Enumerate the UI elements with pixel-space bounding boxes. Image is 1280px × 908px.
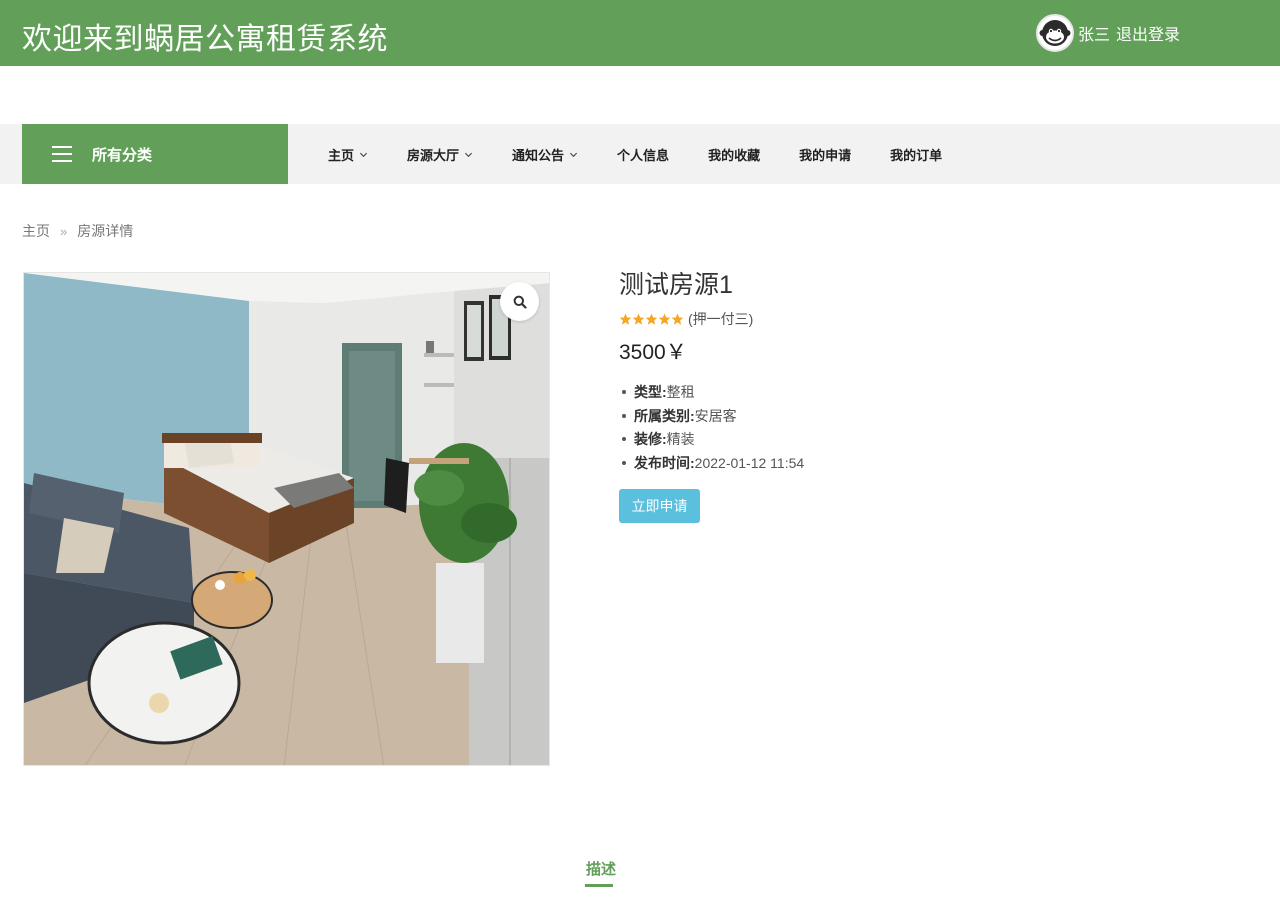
attribute-key: 类型: bbox=[634, 383, 667, 400]
attribute-item: 类型: 整租 bbox=[619, 380, 804, 404]
attribute-list: 类型: 整租 所属类别: 安居客 装修: 精装 发布时间: 2022-01-12 11:… bbox=[619, 380, 804, 475]
zoom-button[interactable] bbox=[500, 282, 539, 321]
attribute-value: 精装 bbox=[666, 431, 695, 448]
product-image[interactable] bbox=[23, 272, 550, 766]
nav-item-label: 通知公告 bbox=[512, 147, 565, 163]
star-icon bbox=[645, 313, 658, 325]
logout-link[interactable]: 退出登录 bbox=[1116, 21, 1180, 45]
nav-item-orders[interactable]: 我的订单 bbox=[890, 145, 942, 164]
breadcrumb: 主页 » 房源详情 bbox=[22, 221, 133, 241]
nav-item-label: 我的订单 bbox=[890, 147, 943, 163]
nav-item-profile[interactable]: 个人信息 bbox=[617, 145, 669, 164]
payment-terms: (押一付三) bbox=[688, 311, 754, 327]
attribute-value: 2022-01-12 11:54 bbox=[694, 454, 805, 471]
chevron-down-icon bbox=[359, 152, 368, 157]
nav-item-label: 主页 bbox=[328, 147, 355, 163]
star-icon bbox=[619, 313, 632, 325]
tab-active-indicator bbox=[585, 884, 613, 887]
nav-item-label: 我的申请 bbox=[799, 147, 852, 163]
nav-item-label: 我的收藏 bbox=[708, 147, 761, 163]
nav-menu: 主页 房源大厅 通知公告 个人信息 我的收藏 我的申请 我的订单 bbox=[328, 124, 981, 184]
star-icon bbox=[671, 313, 684, 325]
nav-item-label: 房源大厅 bbox=[407, 147, 460, 163]
main-nav: 所有分类 主页 房源大厅 通知公告 个人信息 我的收藏 我的申请 我的订单 bbox=[0, 124, 1280, 184]
nav-item-home[interactable]: 主页 bbox=[328, 145, 368, 164]
attribute-item: 装修: 精装 bbox=[619, 427, 804, 451]
nav-item-notices[interactable]: 通知公告 bbox=[512, 145, 578, 164]
attribute-value: 整租 bbox=[666, 383, 695, 400]
attribute-key: 装修: bbox=[634, 431, 667, 448]
top-header: 欢迎来到蜗居公寓租赁系统 张三 退出登录 bbox=[0, 0, 1280, 66]
nav-item-listings[interactable]: 房源大厅 bbox=[407, 145, 473, 164]
star-rating bbox=[619, 313, 684, 326]
user-name[interactable]: 张三 bbox=[1078, 21, 1110, 45]
attribute-key: 所属类别: bbox=[634, 407, 695, 424]
breadcrumb-separator: » bbox=[60, 223, 68, 239]
site-title: 欢迎来到蜗居公寓租赁系统 bbox=[22, 23, 388, 56]
star-icon bbox=[658, 313, 671, 325]
star-icon bbox=[632, 313, 645, 325]
attribute-item: 发布时间: 2022-01-12 11:54 bbox=[619, 451, 804, 475]
search-icon bbox=[513, 295, 527, 309]
nav-item-favorites[interactable]: 我的收藏 bbox=[708, 145, 760, 164]
room-photo bbox=[24, 273, 549, 765]
nav-item-applications[interactable]: 我的申请 bbox=[799, 145, 851, 164]
product-title: 测试房源1 bbox=[619, 271, 733, 299]
chevron-down-icon bbox=[570, 152, 578, 157]
attribute-key: 发布时间: bbox=[634, 454, 695, 471]
apply-button[interactable]: 立即申请 bbox=[619, 489, 700, 523]
avatar[interactable] bbox=[1036, 14, 1074, 52]
breadcrumb-current: 房源详情 bbox=[77, 223, 134, 239]
monkey-avatar-icon bbox=[1039, 20, 1071, 46]
chevron-down-icon bbox=[464, 152, 473, 157]
all-categories-button[interactable]: 所有分类 bbox=[22, 124, 288, 184]
breadcrumb-home[interactable]: 主页 bbox=[22, 221, 50, 241]
attribute-item: 所属类别: 安居客 bbox=[619, 404, 804, 428]
attribute-value: 安居客 bbox=[694, 407, 737, 424]
hamburger-icon bbox=[52, 146, 72, 162]
nav-item-label: 个人信息 bbox=[617, 147, 670, 163]
price: 3500￥ bbox=[619, 341, 687, 364]
all-categories-label: 所有分类 bbox=[92, 146, 153, 164]
rating-row: (押一付三) bbox=[619, 309, 753, 329]
user-box: 张三 退出登录 bbox=[1036, 14, 1180, 52]
tab-description[interactable]: 描述 bbox=[586, 858, 616, 879]
